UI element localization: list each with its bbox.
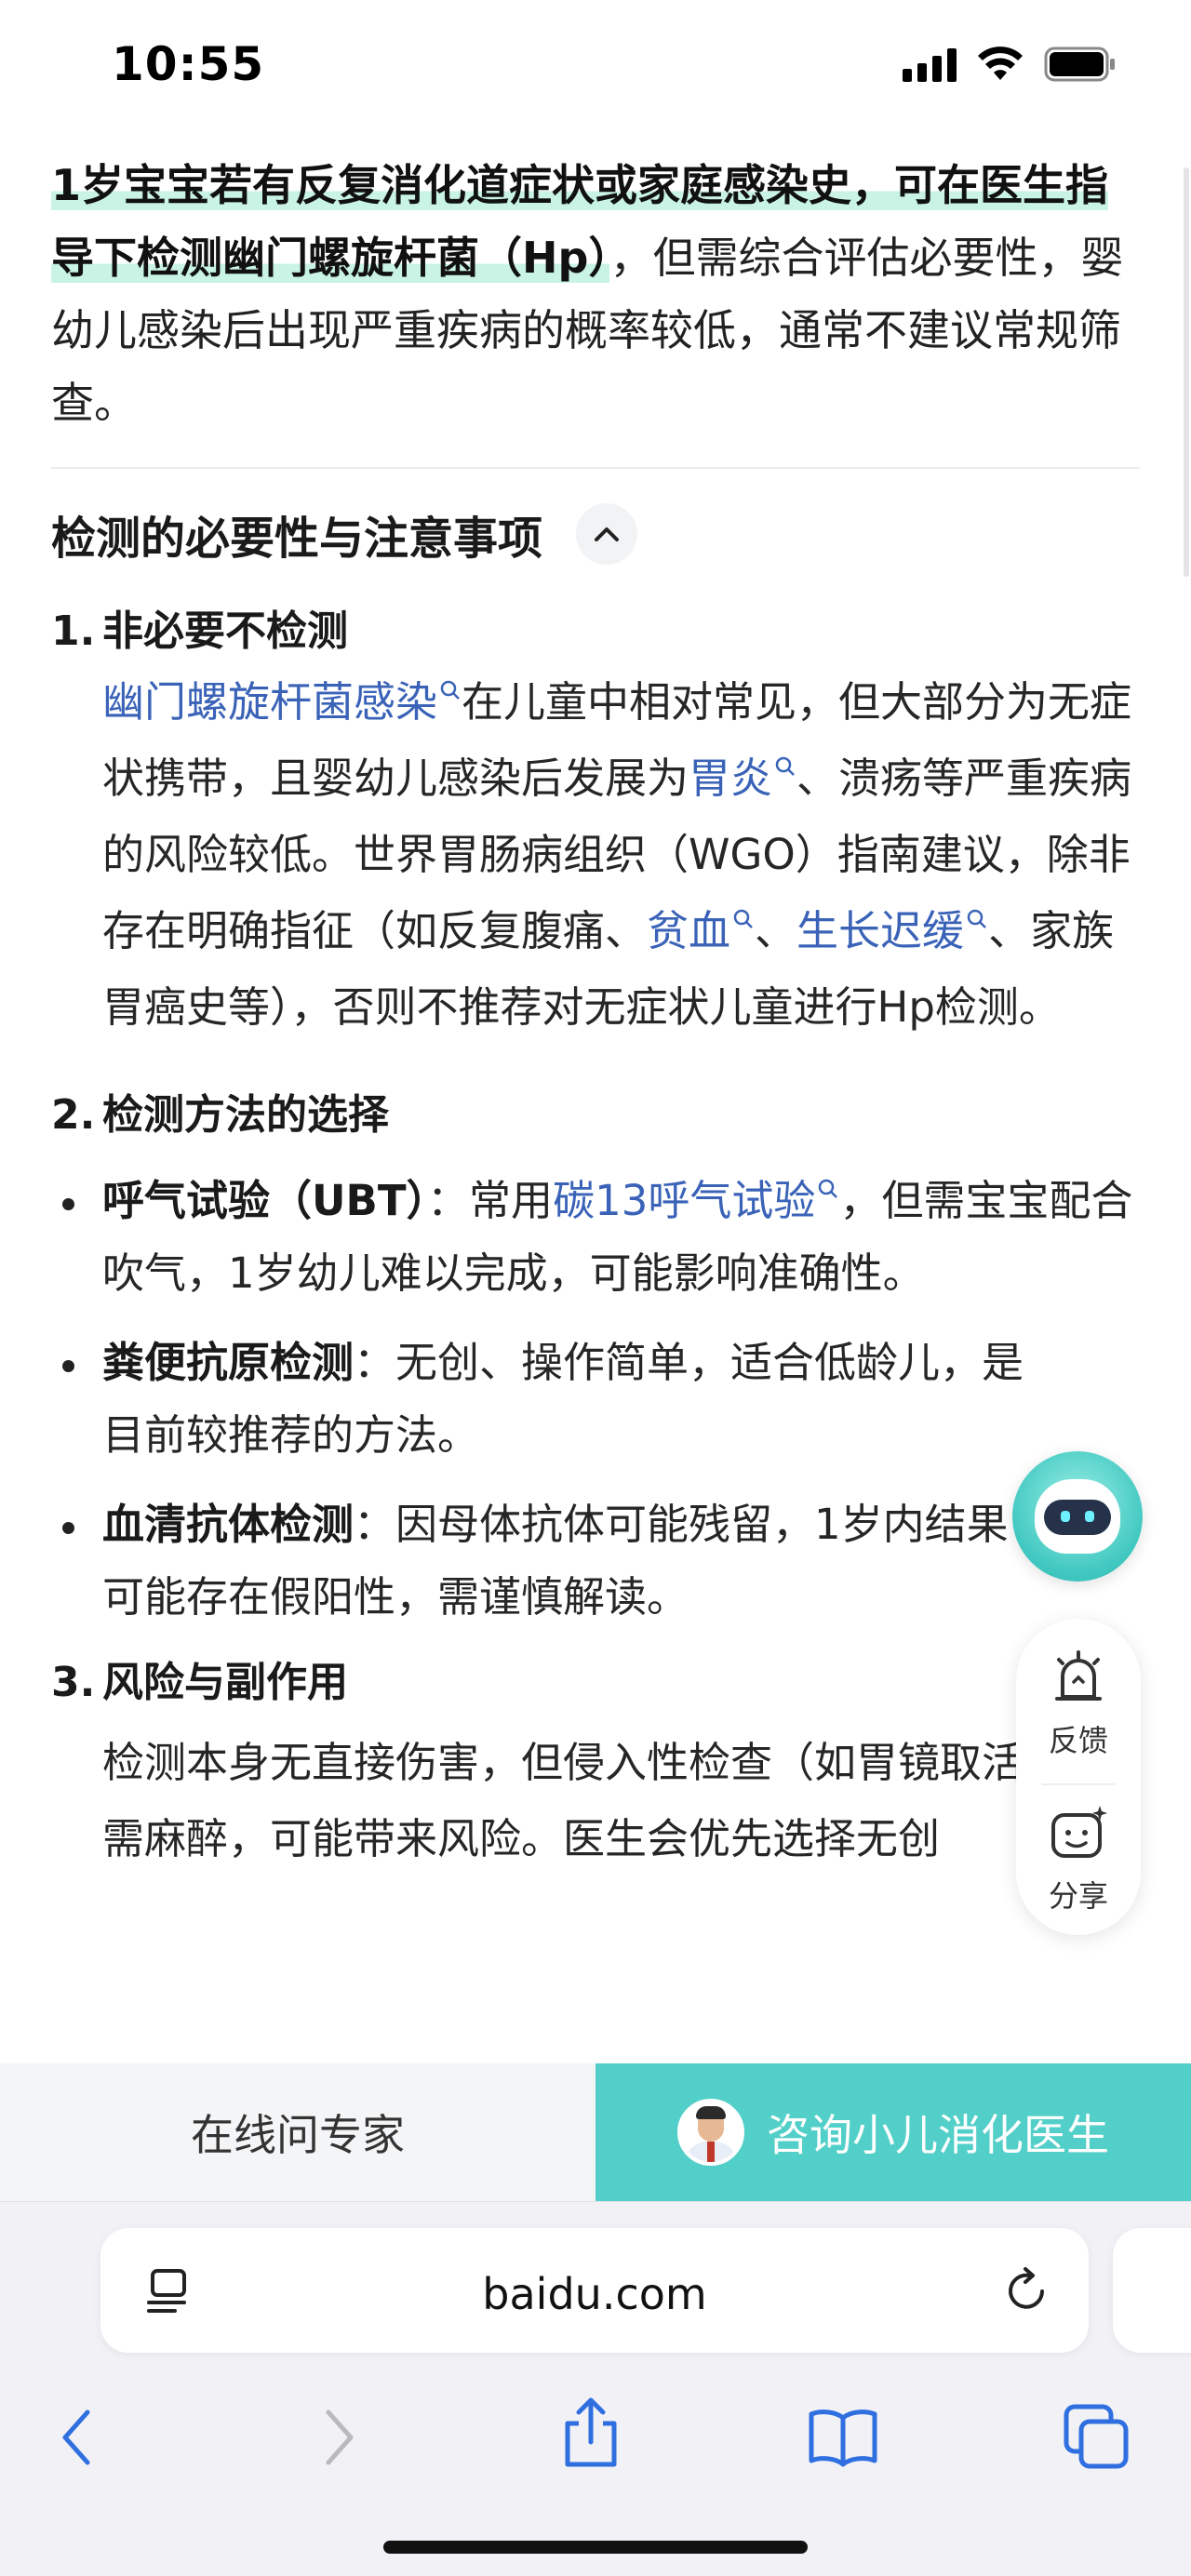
item-2-heading: 2. 检测方法的选择: [51, 1083, 1140, 1148]
feedback-label: 反馈: [1048, 1723, 1108, 1758]
reload-icon[interactable]: [1001, 2265, 1051, 2316]
ask-expert-button[interactable]: 在线问专家: [0, 2063, 596, 2201]
status-bar: 10:55: [0, 0, 1191, 140]
assistant-bot-button[interactable]: [1012, 1451, 1143, 1582]
browser-chrome: baidu.com: [0, 2201, 1191, 2576]
item-title: 检测方法的选择: [102, 1091, 389, 1139]
item-number: 3.: [51, 1659, 96, 1706]
browser-toolbar: [0, 2388, 1191, 2490]
link-growth-delay[interactable]: 生长迟缓: [796, 906, 964, 955]
back-icon[interactable]: [58, 2407, 95, 2468]
share-label: 分享: [1048, 1877, 1108, 1914]
link-c13-breath-test[interactable]: 碳13呼气试验: [553, 1176, 815, 1225]
item-1-heading: 1. 非必要不检测: [51, 599, 1140, 664]
method-list: 呼气试验（UBT）：常用碳13呼气试验 ，但需宝宝配合吹气，1岁幼儿难以完成，可能…: [51, 1165, 1140, 1634]
scrollbar[interactable]: [1184, 167, 1189, 577]
link-gastritis[interactable]: 胃炎: [689, 754, 772, 803]
share-smile-icon: [1051, 1805, 1107, 1858]
forward-icon[interactable]: [321, 2407, 358, 2468]
item-title: 非必要不检测: [102, 607, 348, 655]
text-span: ：: [354, 1338, 396, 1387]
item-1-paragraph: 幽门螺旋杆菌感染 在儿童中相对常见，但大部分为无症状携带，且婴幼儿感染后发展为胃炎…: [51, 664, 1140, 1046]
share-button[interactable]: 分享: [1046, 1802, 1111, 1935]
ask-expert-label: 在线问专家: [191, 2110, 405, 2160]
item-number: 1.: [51, 607, 96, 655]
text-span: 、: [755, 906, 797, 955]
cellular-signal-icon: [903, 47, 957, 82]
collapse-button[interactable]: [576, 503, 638, 565]
search-icon: [440, 680, 460, 700]
section-header: 检测的必要性与注意事项: [51, 497, 1140, 571]
consult-doctor-button[interactable]: 咨询小儿消化医生: [596, 2063, 1191, 2201]
share-icon[interactable]: [558, 2396, 623, 2470]
list-item: 血清抗体检测：因母体抗体可能残留，1岁内结果可能存在假阳性，需谨慎解读。: [51, 1488, 1140, 1634]
bullet-label: 呼气试验（UBT）: [102, 1176, 428, 1225]
bell-icon: [1055, 1650, 1102, 1701]
doctor-avatar: [677, 2099, 744, 2166]
list-item: 粪便抗原检测：无创、操作简单，适合低龄儿，是目前较推荐的方法。: [51, 1327, 1140, 1472]
search-icon: [733, 909, 753, 928]
search-icon: [819, 1179, 838, 1198]
item-title: 风险与副作用: [102, 1659, 348, 1706]
url-text: baidu.com: [482, 2269, 707, 2319]
section-title: 检测的必要性与注意事项: [51, 513, 543, 565]
next-tab-preview[interactable]: [1113, 2228, 1191, 2353]
consult-bar: 在线问专家 咨询小儿消化医生: [0, 2063, 1191, 2201]
status-time: 10:55: [112, 37, 265, 91]
search-icon: [967, 909, 986, 928]
wifi-icon: [977, 47, 1024, 82]
bookmarks-icon[interactable]: [808, 2407, 878, 2468]
chevron-up-icon: [595, 527, 620, 541]
feedback-button[interactable]: 反馈: [1046, 1647, 1111, 1780]
link-anemia[interactable]: 贫血: [647, 906, 730, 955]
divider: [51, 467, 1140, 469]
link-hp-infection[interactable]: 幽门螺旋杆菌感染: [102, 677, 437, 727]
home-indicator: [383, 2541, 808, 2554]
search-icon: [775, 756, 795, 776]
divider: [1041, 1783, 1116, 1785]
list-item: 呼气试验（UBT）：常用碳13呼气试验 ，但需宝宝配合吹气，1岁幼儿难以完成，可能…: [51, 1165, 1140, 1310]
bullet-label: 粪便抗原检测: [102, 1338, 355, 1387]
bot-avatar-icon: [1035, 1479, 1120, 1554]
status-icons: [903, 47, 1117, 82]
side-action-panel: 反馈 分享: [1016, 1619, 1141, 1935]
bullet-label: 血清抗体检测: [102, 1500, 355, 1549]
text-span: ：常用: [427, 1176, 554, 1225]
consult-doctor-label: 咨询小儿消化医生: [767, 2110, 1109, 2160]
item-number: 2.: [51, 1091, 96, 1139]
lead-paragraph: 1岁宝宝若有反复消化道症状或家庭感染史，可在医生指导下检测幽门螺旋杆菌（Hp），…: [51, 149, 1140, 439]
answer-content: 1岁宝宝若有反复消化道症状或家庭感染史，可在医生指导下检测幽门螺旋杆菌（Hp），…: [51, 149, 1140, 1877]
tabs-icon[interactable]: [1063, 2403, 1130, 2470]
address-bar[interactable]: baidu.com: [100, 2228, 1089, 2353]
item-3-heading: 3. 风险与副作用: [51, 1650, 1140, 1715]
text-span: ：: [354, 1500, 396, 1549]
battery-icon: [1044, 47, 1117, 82]
item-3-paragraph: 检测本身无直接伤害，但侵入性检查（如胃镜取活检）需麻醉，可能带来风险。医生会优先…: [102, 1738, 1108, 1863]
